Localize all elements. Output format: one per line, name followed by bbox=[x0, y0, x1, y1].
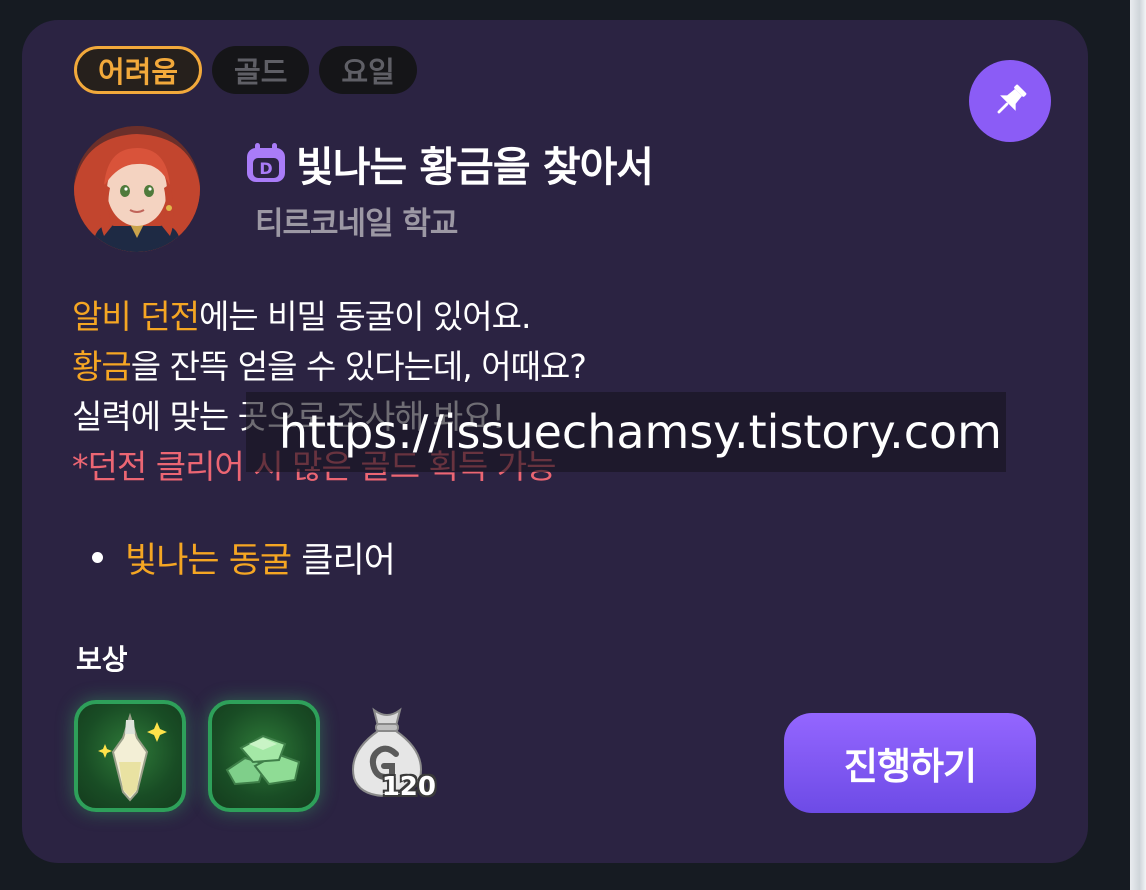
pin-button[interactable] bbox=[969, 60, 1051, 142]
npc-avatar bbox=[74, 126, 200, 252]
quest-objective: 빛나는 동굴 클리어 bbox=[92, 532, 396, 583]
reward-list: 120 bbox=[74, 700, 442, 812]
reward-item-ore[interactable] bbox=[208, 700, 320, 812]
description-highlight: 알비 던전 bbox=[72, 297, 200, 336]
gold-amount: 120 bbox=[381, 772, 436, 802]
bullet-icon bbox=[92, 552, 103, 563]
background-panel-edge bbox=[1130, 0, 1146, 890]
proceed-button[interactable]: 진행하기 bbox=[784, 713, 1036, 813]
quest-tags: 어려움 골드 요일 bbox=[74, 46, 417, 94]
ore-pile-icon bbox=[225, 734, 301, 786]
description-line: 황금을 잔뜩 얻을 수 있다는데, 어때요? bbox=[72, 342, 587, 392]
quest-title-row: D 빛나는 황금을 찾아서 bbox=[244, 133, 654, 193]
watermark-overlay: https://issuechamsy.tistory.com bbox=[246, 392, 1006, 472]
difficulty-tag: 어려움 bbox=[74, 46, 203, 94]
quest-giver: 티르코네일 학교 bbox=[255, 206, 458, 242]
objective-highlight: 빛나는 동굴 bbox=[125, 541, 292, 581]
daily-calendar-icon: D bbox=[247, 143, 285, 182]
description-text: 을 잔뜩 얻을 수 있다는데, 어때요? bbox=[130, 347, 587, 386]
quest-title: 빛나는 황금을 찾아서 bbox=[296, 143, 654, 191]
reward-label: 보상 bbox=[76, 643, 128, 676]
reward-item-gold[interactable]: 120 bbox=[342, 700, 442, 812]
reward-type-tag: 골드 bbox=[212, 46, 310, 94]
objective-text: 클리어 bbox=[291, 541, 396, 581]
description-text: 에는 비밀 동굴이 있어요. bbox=[198, 297, 532, 336]
pin-icon bbox=[997, 84, 1027, 114]
description-line: 알비 던전에는 비밀 동굴이 있어요. bbox=[72, 292, 586, 342]
calendar-letter: D bbox=[259, 159, 272, 178]
elixir-bottle-icon bbox=[98, 712, 167, 802]
schedule-tag: 요일 bbox=[319, 46, 417, 94]
reward-item-elixir[interactable] bbox=[74, 700, 186, 812]
description-highlight: 황금 bbox=[72, 347, 132, 386]
